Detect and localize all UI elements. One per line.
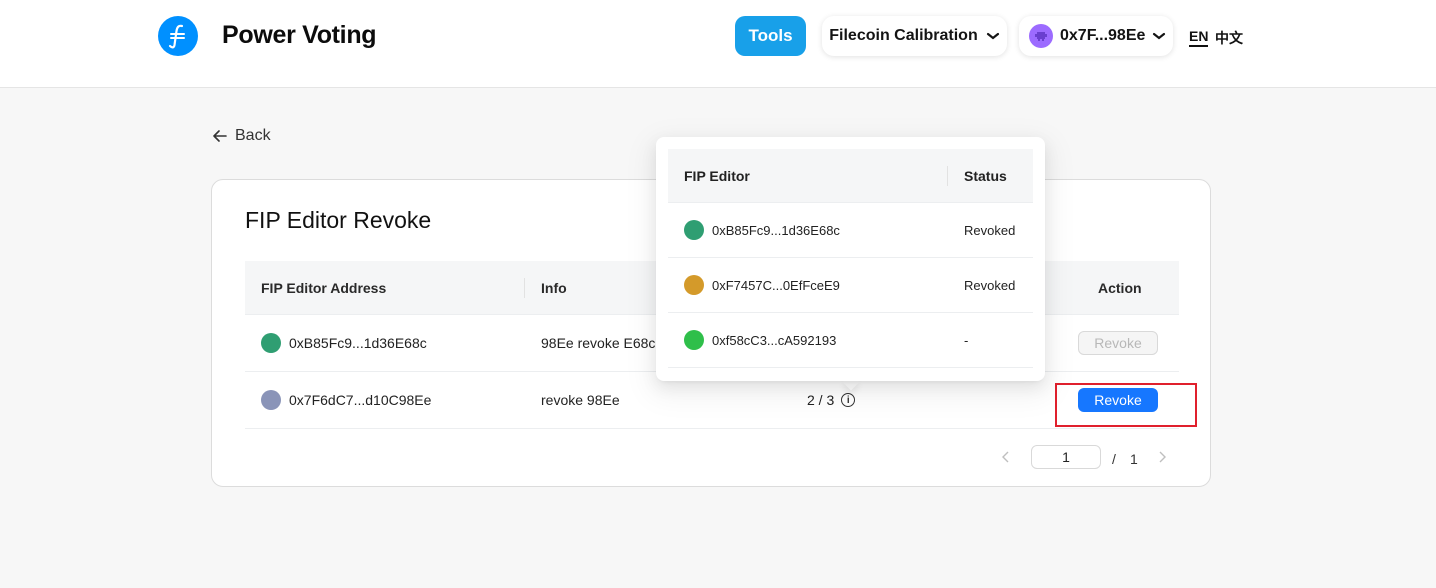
column-header-address: FIP Editor Address (261, 280, 387, 296)
lang-en-option[interactable]: EN (1189, 28, 1209, 47)
approval-progress: 2 / 3 i (807, 388, 856, 412)
address-cell: 0x7F6dC7...d10C98Ee (261, 372, 431, 428)
popover-row: 0xB85Fc9...1d36E68c Revoked (668, 203, 1033, 258)
page-separator: / (1112, 451, 1116, 467)
revoke-button-disabled: Revoke (1078, 331, 1158, 355)
status-cell: Revoked (964, 222, 1016, 238)
editor-status-popover: FIP Editor Status 0xB85Fc9...1d36E68c Re… (656, 137, 1045, 381)
chevron-down-icon (986, 32, 999, 40)
account-selector[interactable]: 0x7F...98Ee (1019, 16, 1173, 56)
popover-row: 0xf58cC3...cA592193 - (668, 313, 1033, 368)
status-cell: Revoked (964, 277, 1016, 293)
editor-address: 0x7F6dC7...d10C98Ee (289, 392, 432, 408)
avatar (1029, 24, 1053, 48)
next-page-icon[interactable] (1157, 446, 1167, 470)
column-divider (947, 166, 948, 186)
avatar (684, 275, 704, 295)
info-cell: 98Ee revoke E68c (541, 335, 656, 351)
column-divider (524, 278, 525, 298)
info-cell: revoke 98Ee (541, 392, 620, 408)
chevron-down-icon (1153, 32, 1166, 40)
highlight-box (1055, 383, 1197, 427)
popover-column-status: Status (964, 168, 1007, 184)
arrow-left-icon (213, 130, 227, 142)
popover-column-editor: FIP Editor (684, 168, 750, 184)
network-label: Filecoin Calibration (829, 27, 978, 44)
avatar (684, 220, 704, 240)
editor-address: 0xF7457C...0EfFceE9 (712, 277, 840, 293)
network-selector[interactable]: Filecoin Calibration (822, 16, 1007, 56)
back-link[interactable]: Back (213, 127, 271, 145)
editor-address: 0xB85Fc9...1d36E68c (712, 222, 840, 238)
filecoin-logo-icon[interactable] (158, 16, 198, 56)
tools-button[interactable]: Tools (735, 16, 806, 56)
account-address: 0x7F...98Ee (1060, 27, 1146, 44)
page-title: FIP Editor Revoke (245, 207, 432, 233)
popover-row: 0xF7457C...0EfFceE9 Revoked (668, 258, 1033, 313)
top-header: Power Voting Tools Filecoin Calibration … (0, 0, 1436, 88)
editor-cell: 0xB85Fc9...1d36E68c (684, 203, 840, 257)
address-cell: 0xB85Fc9...1d36E68c (261, 315, 427, 371)
column-header-action: Action (1098, 280, 1142, 296)
avatar (261, 333, 281, 353)
page-total: 1 (1130, 451, 1138, 467)
brand-title[interactable]: Power Voting (222, 21, 377, 50)
back-label: Back (235, 127, 271, 144)
avatar (261, 390, 281, 410)
status-cell: - (964, 332, 969, 348)
info-icon[interactable]: i (841, 393, 856, 407)
column-header-info: Info (541, 280, 567, 296)
page-number-input[interactable] (1031, 445, 1101, 469)
editor-address: 0xB85Fc9...1d36E68c (289, 335, 427, 351)
prev-page-icon[interactable] (1001, 446, 1011, 470)
editor-cell: 0xf58cC3...cA592193 (684, 313, 836, 367)
editor-cell: 0xF7457C...0EfFceE9 (684, 258, 840, 312)
lang-zh-option[interactable]: 中文 (1215, 28, 1243, 48)
popover-table-header: FIP Editor Status (668, 149, 1033, 203)
editor-address: 0xf58cC3...cA592193 (712, 332, 837, 348)
avatar (684, 330, 704, 350)
approval-count: 2 / 3 (807, 392, 835, 408)
